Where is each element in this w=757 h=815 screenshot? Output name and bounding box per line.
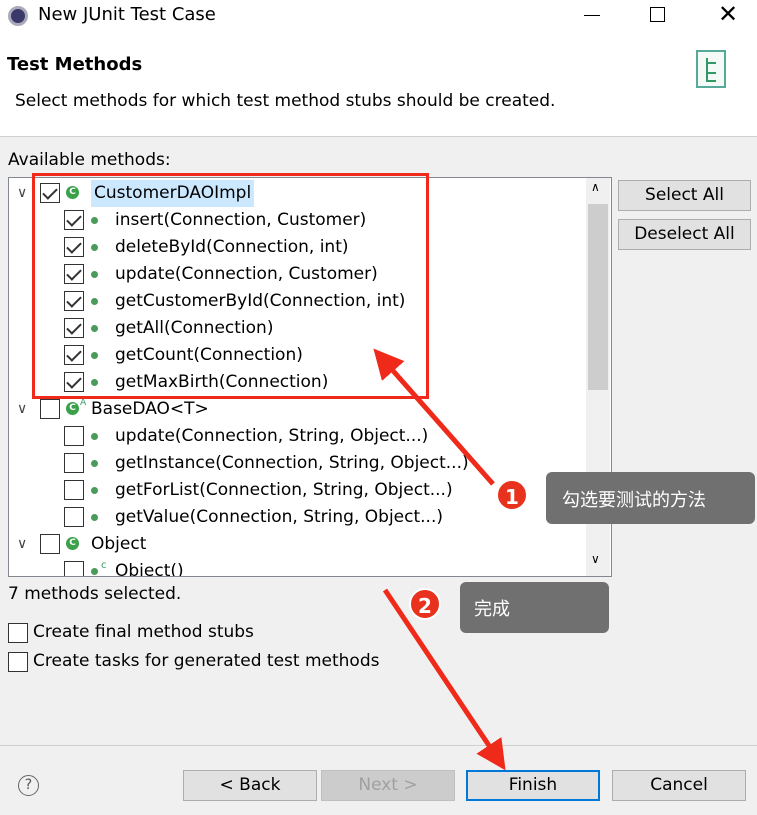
annotation-callout-2: 完成 xyxy=(460,582,609,633)
callout-text-2: 完成 xyxy=(474,599,510,620)
annotation-badge-2: 2 xyxy=(409,588,441,620)
annotation-arrows xyxy=(373,348,506,771)
arrow-1 xyxy=(373,348,495,486)
callout-text-1: 勾选要测试的方法 xyxy=(562,490,706,511)
annotation-badge-1: 1 xyxy=(496,479,528,511)
annotation-callout-1: 勾选要测试的方法 xyxy=(546,472,755,524)
